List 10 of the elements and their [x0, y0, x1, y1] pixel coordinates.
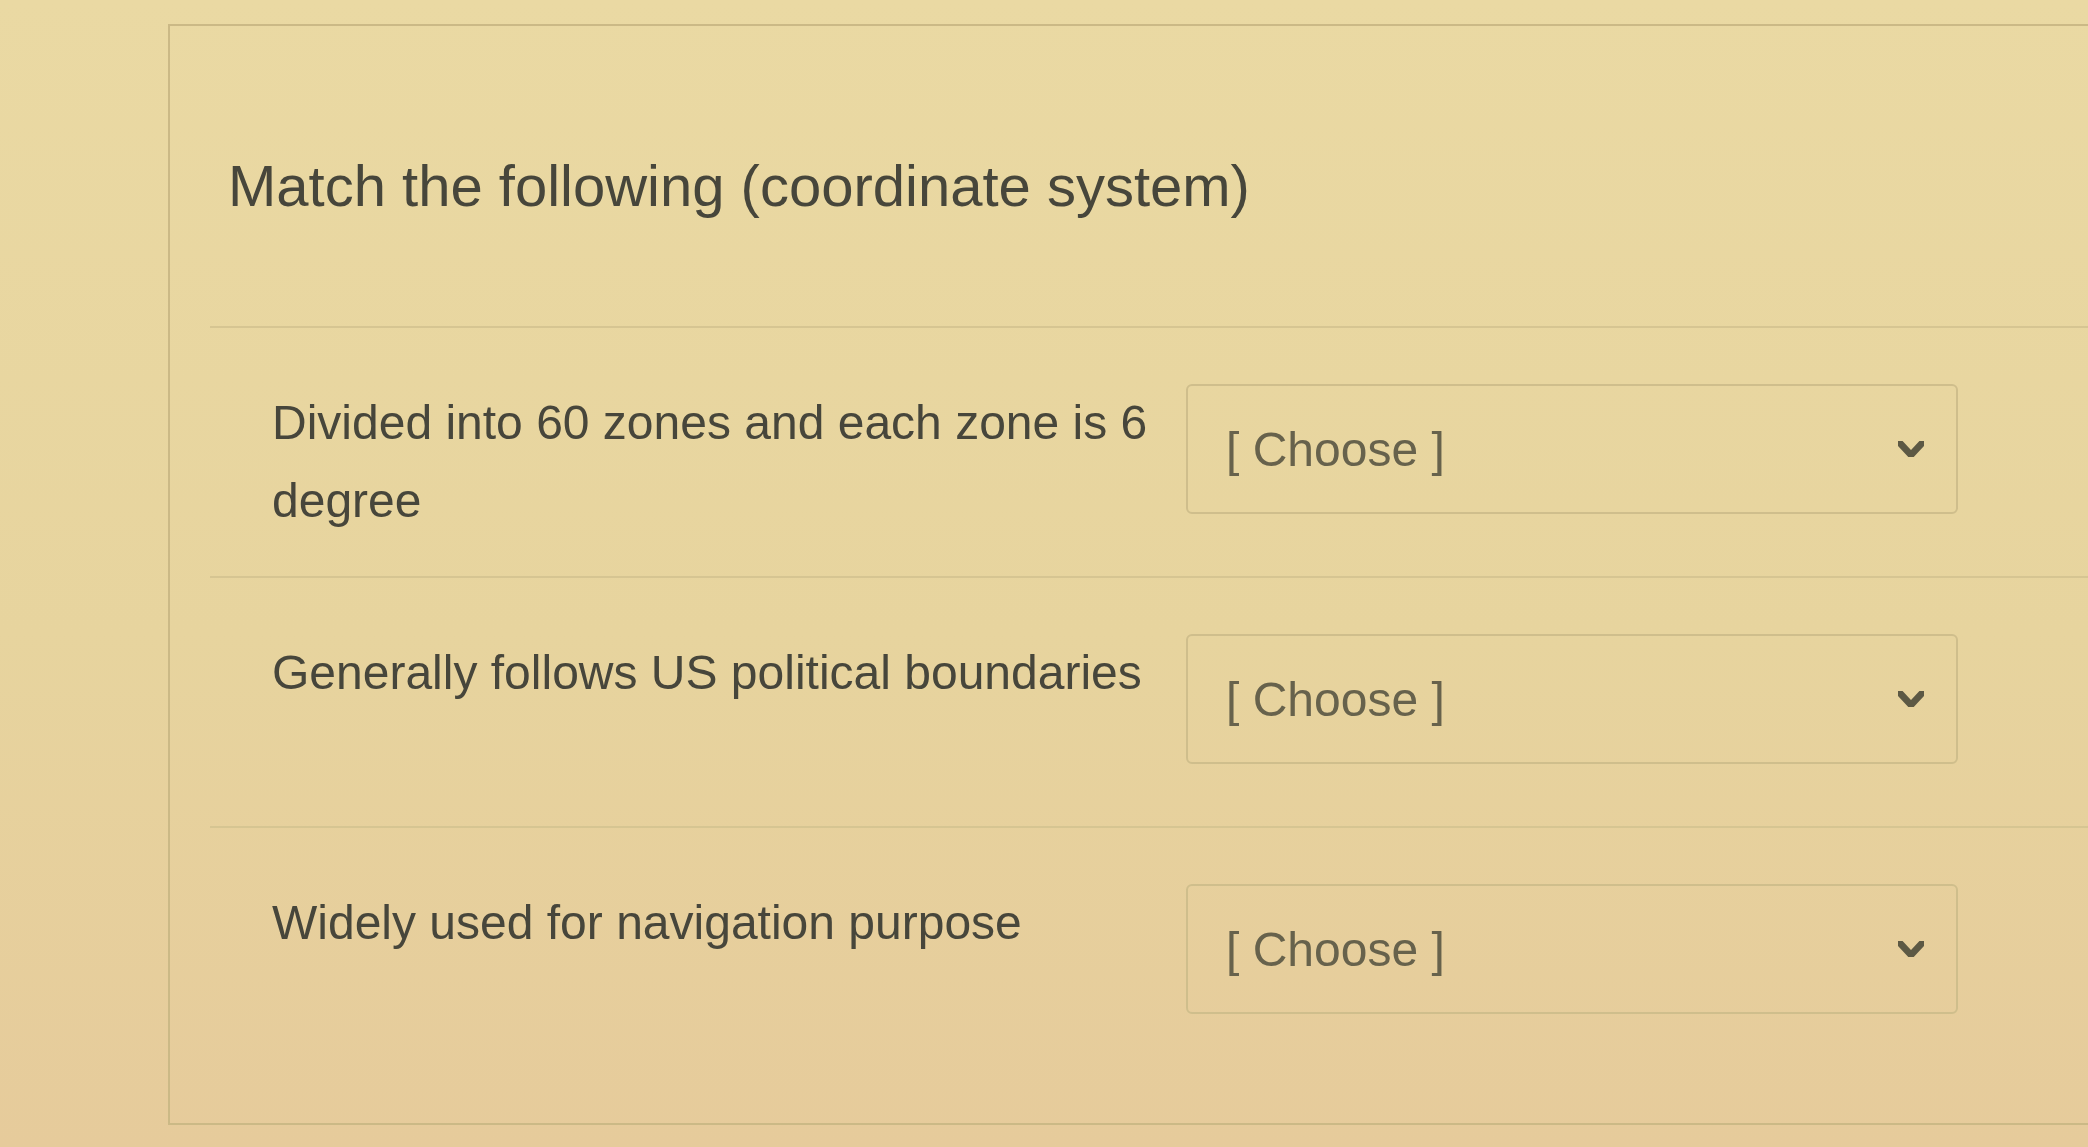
match-prompt: Divided into 60 zones and each zone is 6 degree	[272, 395, 1149, 529]
chevron-down-icon	[1898, 941, 1924, 957]
match-prompt: Generally follows US political boundaries	[272, 645, 1143, 701]
answer-select[interactable]: [ Choose ]	[1186, 634, 1958, 764]
chevron-down-icon	[1898, 691, 1924, 707]
match-prompt: Widely used for navigation purpose	[272, 895, 1023, 951]
chevron-down-icon	[1898, 441, 1924, 457]
answer-select[interactable]: [ Choose ]	[1186, 884, 1958, 1014]
answer-select[interactable]: [ Choose ]	[1186, 384, 1958, 514]
question-title: Match the following (coordinate system)	[228, 152, 1250, 220]
